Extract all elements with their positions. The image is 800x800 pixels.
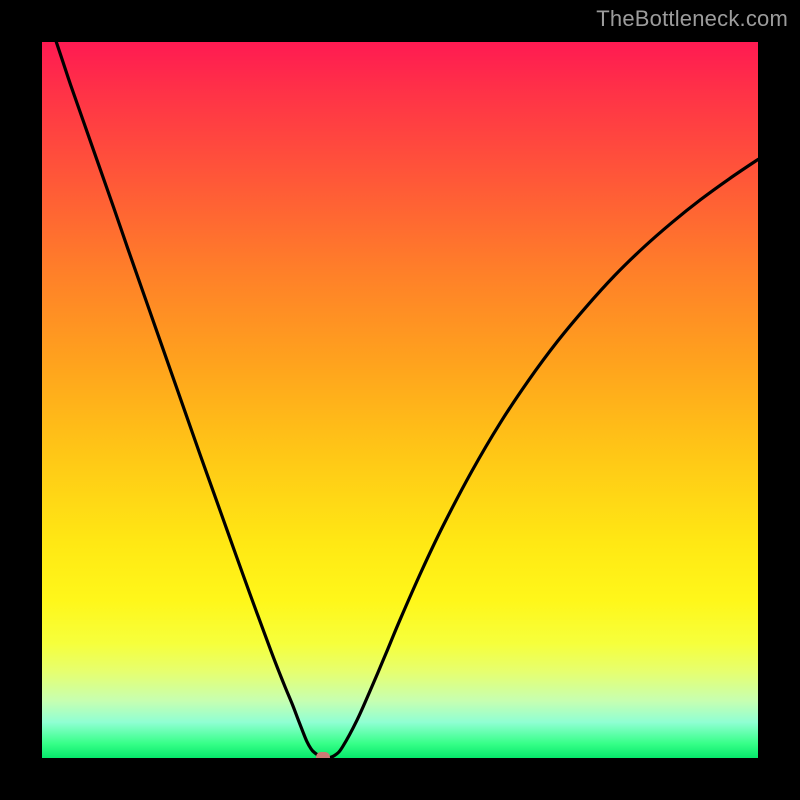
- bottleneck-curve: [42, 42, 758, 758]
- plot-area: [42, 42, 758, 758]
- watermark-text: TheBottleneck.com: [596, 6, 788, 32]
- chart-container: TheBottleneck.com: [0, 0, 800, 800]
- optimum-marker: [316, 752, 330, 758]
